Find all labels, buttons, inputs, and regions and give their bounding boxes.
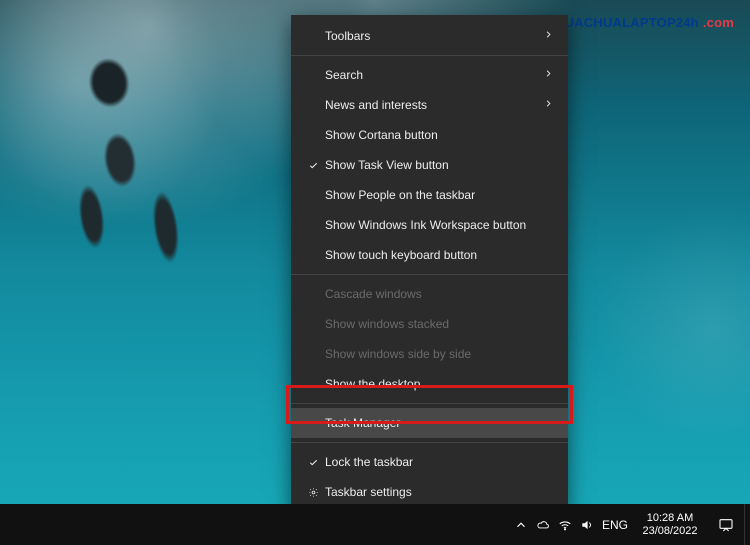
network-icon[interactable] [554,504,576,545]
menu-item-show-task-view-button[interactable]: Show Task View button [291,150,568,180]
menu-item-toolbars[interactable]: Toolbars [291,21,568,51]
chevron-right-icon [542,68,554,82]
menu-item-label: Show Cortana button [325,128,542,142]
taskbar-context-menu: Toolbars Search News and interests Show Cor… [291,15,568,513]
menu-item-taskbar-settings[interactable]: Taskbar settings [291,477,568,507]
menu-item-show-windows-side-by-side: Show windows side by side [291,339,568,369]
wallpaper-figure [13,19,227,302]
watermark-suffix: .com [703,15,734,30]
menu-item-show-cortana-button[interactable]: Show Cortana button [291,120,568,150]
menu-item-label: Toolbars [325,29,542,43]
menu-item-label: Show Task View button [325,158,542,172]
menu-item-label: News and interests [325,98,542,112]
menu-item-label: Show People on the taskbar [325,188,542,202]
clock-area[interactable]: 10:28 AM 23/08/2022 [632,512,708,538]
menu-item-show-windows-ink-workspace-button[interactable]: Show Windows Ink Workspace button [291,210,568,240]
menu-separator [291,55,568,56]
clock-time: 10:28 AM [647,512,693,525]
volume-icon[interactable] [576,504,598,545]
taskbar[interactable]: ENG 10:28 AM 23/08/2022 [0,504,750,545]
menu-item-news-and-interests[interactable]: News and interests [291,90,568,120]
language-indicator[interactable]: ENG [598,518,632,532]
gear-icon [301,487,325,498]
menu-item-show-the-desktop[interactable]: Show the desktop [291,369,568,399]
menu-item-cascade-windows: Cascade windows [291,279,568,309]
menu-separator [291,442,568,443]
menu-item-label: Taskbar settings [325,485,542,499]
chevron-right-icon [542,98,554,112]
menu-item-label: Cascade windows [325,287,542,301]
menu-item-task-manager[interactable]: Task Manager [291,408,568,438]
check-icon [301,160,325,171]
clock-date: 23/08/2022 [642,525,697,538]
menu-item-label: Task Manager [325,416,542,430]
onedrive-icon[interactable] [532,504,554,545]
menu-item-show-people-on-the-taskbar[interactable]: Show People on the taskbar [291,180,568,210]
menu-separator [291,403,568,404]
menu-item-label: Search [325,68,542,82]
menu-item-label: Show the desktop [325,377,542,391]
action-center-button[interactable] [708,517,744,533]
menu-separator [291,274,568,275]
menu-item-lock-the-taskbar[interactable]: Lock the taskbar [291,447,568,477]
system-tray: ENG 10:28 AM 23/08/2022 [510,504,750,545]
menu-item-label: Show touch keyboard button [325,248,542,262]
menu-item-search[interactable]: Search [291,60,568,90]
menu-item-label: Show windows side by side [325,347,542,361]
menu-item-label: Show windows stacked [325,317,542,331]
show-desktop-sliver[interactable] [744,504,750,545]
check-icon [301,457,325,468]
tray-overflow-button[interactable] [510,504,532,545]
menu-item-label: Lock the taskbar [325,455,542,469]
watermark-brand: SUACHUALAPTOP24h [556,15,699,30]
menu-item-show-touch-keyboard-button[interactable]: Show touch keyboard button [291,240,568,270]
menu-item-label: Show Windows Ink Workspace button [325,218,542,232]
chevron-right-icon [542,29,554,43]
menu-item-show-windows-stacked: Show windows stacked [291,309,568,339]
